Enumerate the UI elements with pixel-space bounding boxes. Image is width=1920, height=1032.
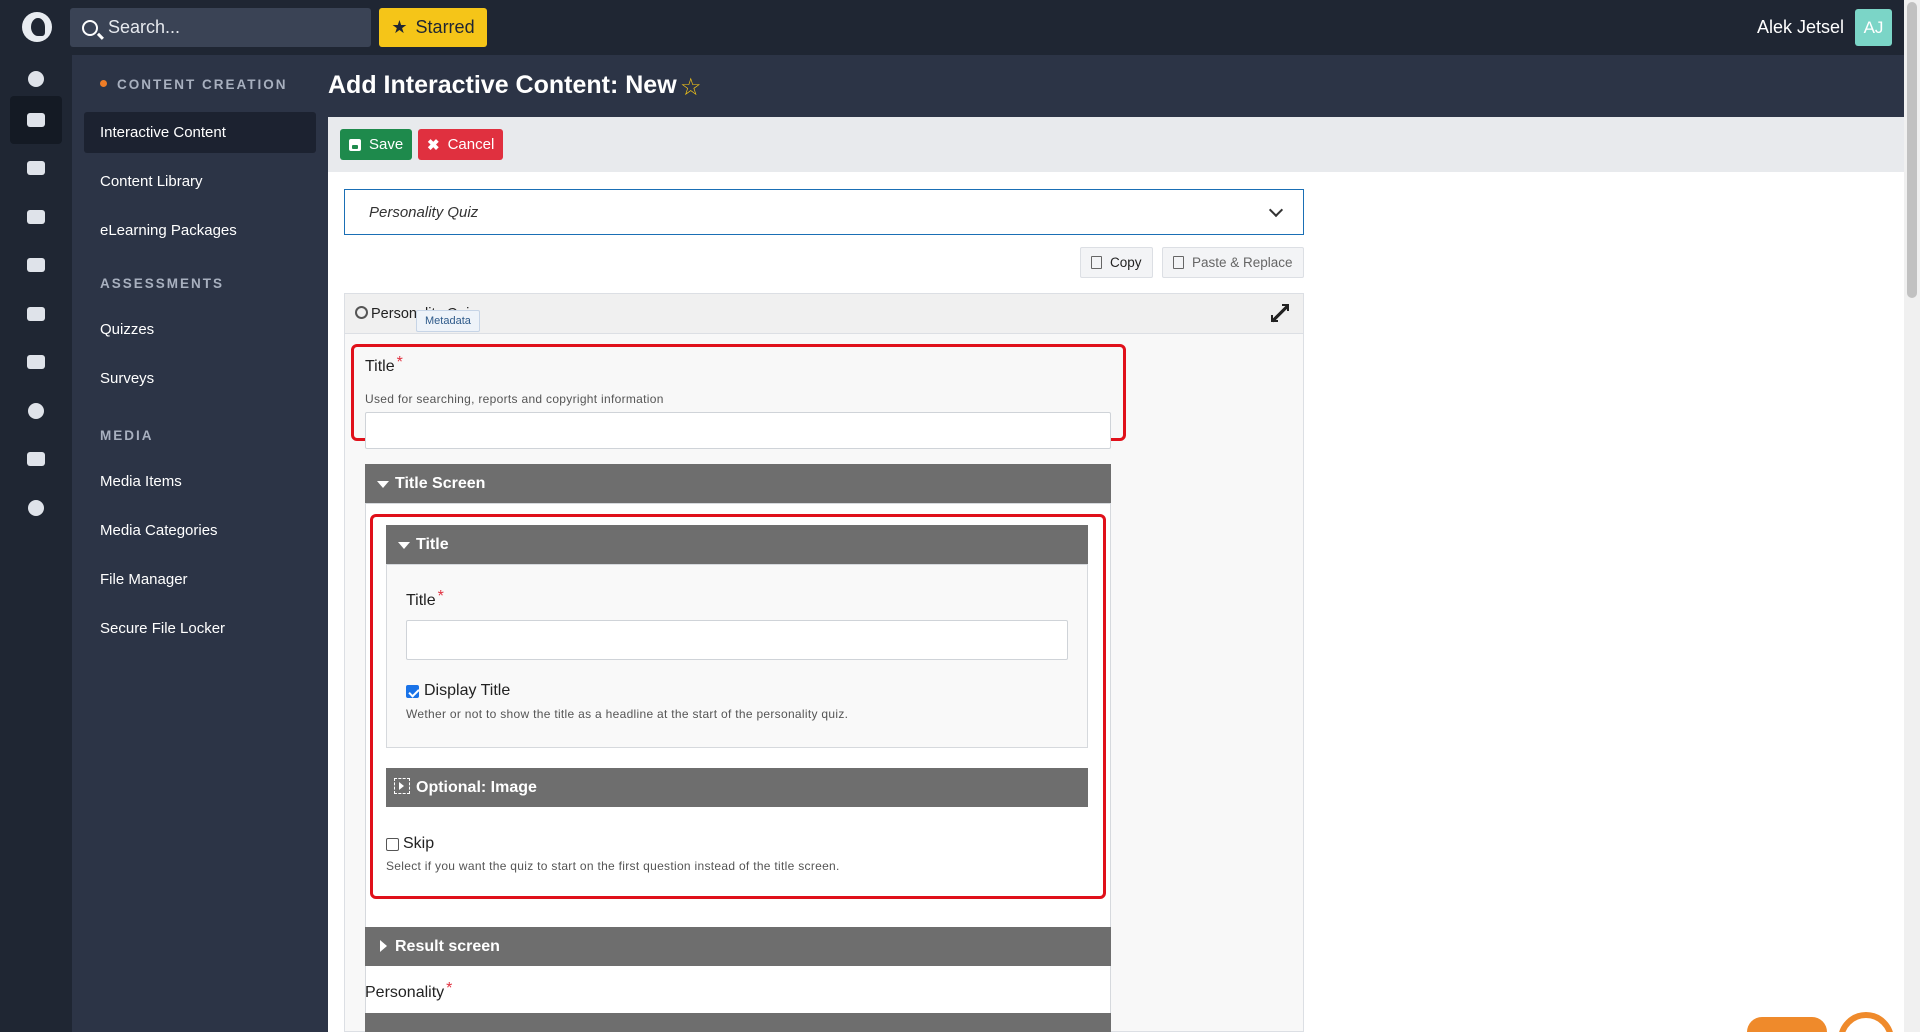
content-icon[interactable] [10,96,62,144]
skip-description: Select if you want the quiz to start on … [386,859,840,873]
search-placeholder: Search... [108,17,181,37]
display-title-checkbox[interactable] [406,685,419,698]
megaphone-icon[interactable] [10,193,62,241]
sidebar-item-secure-file-locker[interactable]: Secure File Locker [84,608,316,649]
inner-title-label: Title * [406,588,444,609]
icon-rail [0,55,72,1032]
copy-button[interactable]: Copy [1080,247,1153,278]
page-title: Add Interactive Content: New [328,71,677,99]
sidebar: CONTENT CREATION Interactive Content Con… [72,55,328,1032]
paste-replace-button[interactable]: Paste & Replace [1162,247,1304,278]
sidebar-item-media-categories[interactable]: Media Categories [84,510,316,551]
title-description: Used for searching, reports and copyrigh… [365,392,664,406]
section-heading-assessments: ASSESSMENTS [100,276,225,291]
gear-icon[interactable] [10,484,62,532]
active-dot-icon [100,79,107,87]
sidebar-item-media-items[interactable]: Media Items [84,461,316,502]
section-heading-content-creation: CONTENT CREATION [100,77,288,92]
save-button[interactable]: Save [340,129,413,160]
inner-title-input[interactable] [406,620,1068,660]
save-label: Save [369,136,404,153]
paste-icon [1173,256,1184,269]
result-screen-heading: Result screen [395,937,500,955]
display-title-description: Wether or not to show the title as a hea… [406,707,849,721]
optional-image-group[interactable]: Optional: Image [386,768,1088,807]
editor-panel: Personality Quiz Title* Metadata Used fo… [344,293,1304,1032]
avatar[interactable]: AJ [1855,9,1892,46]
close-icon: ✖ [427,136,440,154]
star-icon: ★ [391,17,408,37]
section-heading-media: MEDIA [100,428,154,443]
user-name[interactable]: Alek Jetsel [1757,17,1844,38]
window-icon[interactable] [10,435,62,483]
sidebar-item-content-library[interactable]: Content Library [84,161,316,202]
content-type-value: Personality Quiz [369,203,479,221]
scrollbar-thumb[interactable] [1907,2,1917,298]
display-title-label: Display Title [424,682,511,699]
caret-right-icon [380,940,387,952]
title-label: Title * [365,354,403,375]
page-scrollbar[interactable] [1904,0,1920,1032]
expand-icon[interactable] [1271,304,1289,322]
floppy-disk-icon [349,138,361,151]
personality-group[interactable] [365,1013,1111,1032]
chat-icon[interactable] [10,338,62,386]
main-content: Save ✖ Cancel Personality Quiz Copy Past… [328,117,1904,1032]
app-logo[interactable] [22,12,52,42]
image-icon [394,778,410,794]
personality-label: Personality * [365,980,453,1001]
search-input[interactable]: Search... [70,8,371,47]
search-icon [82,19,98,36]
analytics-icon[interactable] [10,290,62,338]
metadata-tag[interactable]: Metadata [416,310,480,332]
title-subgroup-heading: Title [416,535,449,553]
sidebar-item-surveys[interactable]: Surveys [84,358,316,399]
title-input[interactable] [365,412,1111,449]
cancel-button[interactable]: ✖ Cancel [418,129,504,160]
title-screen-heading: Title Screen [395,474,486,492]
money-icon[interactable] [10,241,62,289]
sidebar-item-elearning-packages[interactable]: eLearning Packages [84,210,316,251]
chevron-down-icon [1268,202,1284,218]
paste-label: Paste & Replace [1192,255,1293,270]
personality-quiz-icon [355,306,368,319]
caret-down-icon [398,542,410,549]
title-subgroup[interactable]: Title [386,525,1088,564]
starred-button[interactable]: ★ Starred [379,8,487,47]
palette-icon[interactable] [10,387,62,435]
sidebar-item-file-manager[interactable]: File Manager [84,559,316,600]
copy-label: Copy [1110,255,1142,270]
panel-header: Personality Quiz [345,294,1303,334]
sidebar-item-interactive-content[interactable]: Interactive Content [84,112,316,153]
skip-label: Skip [403,835,435,852]
optional-image-heading: Optional: Image [416,778,537,796]
toolbar: Save ✖ Cancel [328,117,1904,172]
skip-checkbox[interactable] [386,838,399,851]
content-type-select[interactable]: Personality Quiz [344,189,1304,235]
copy-icon [1091,256,1102,269]
title-screen-group[interactable]: Title Screen [365,464,1111,503]
graduation-cap-icon[interactable] [10,144,62,192]
starred-label: Starred [415,17,475,37]
result-screen-group[interactable]: Result screen [365,927,1111,966]
top-bar: Search... ★ Starred Alek Jetsel AJ [0,0,1920,55]
sidebar-item-quizzes[interactable]: Quizzes [84,309,316,350]
caret-down-icon [377,481,389,488]
favorite-star-icon[interactable]: ☆ [680,73,702,102]
cancel-label: Cancel [447,136,495,153]
help-button[interactable] [1747,1017,1827,1032]
page-header: Add Interactive Content: New ☆ [328,55,1904,117]
